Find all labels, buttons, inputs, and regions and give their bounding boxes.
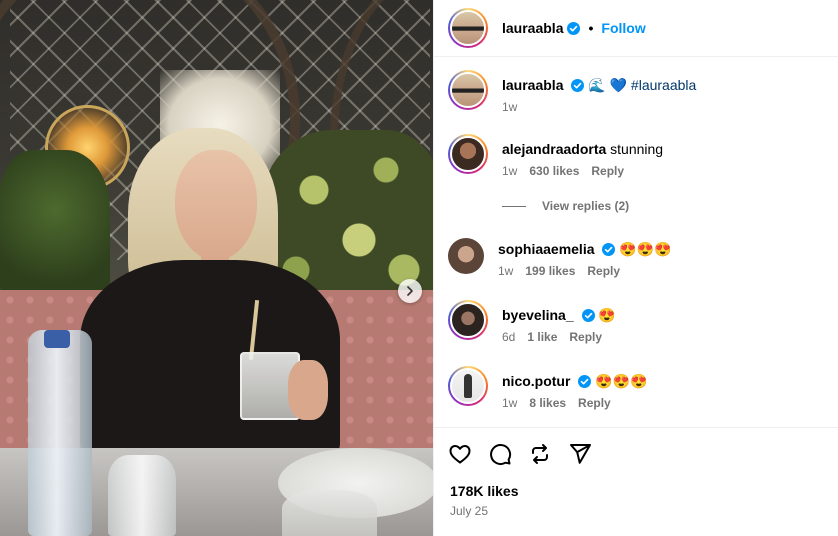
comment-likes[interactable]: 630 likes bbox=[529, 164, 579, 178]
comment-item: nico.potur 😍😍😍 1w 8 likes Reply bbox=[448, 366, 648, 410]
plants-left bbox=[0, 150, 110, 300]
commenter-avatar[interactable] bbox=[448, 238, 484, 274]
comment-likes[interactable]: 199 likes bbox=[525, 264, 575, 278]
heart-icon[interactable] bbox=[448, 442, 472, 466]
caption-avatar[interactable] bbox=[448, 70, 488, 110]
comment-text: 😍 bbox=[598, 307, 616, 323]
author-username[interactable]: lauraabla bbox=[502, 20, 563, 36]
commenter-avatar[interactable] bbox=[448, 134, 488, 174]
wine-glass bbox=[108, 455, 176, 536]
comment-item: byevelina_ 😍 6d 1 like Reply bbox=[448, 300, 616, 344]
comment-time[interactable]: 1w bbox=[502, 396, 517, 410]
hand bbox=[288, 360, 328, 420]
verified-badge-icon bbox=[578, 375, 592, 388]
comment-text: 😍😍😍 bbox=[595, 373, 648, 389]
follow-button[interactable]: Follow bbox=[601, 20, 645, 36]
comment-username[interactable]: byevelina_ bbox=[502, 307, 574, 323]
cup bbox=[282, 490, 377, 536]
header-separator: • bbox=[588, 20, 594, 36]
comment-text: stunning bbox=[610, 141, 664, 157]
verified-badge-icon bbox=[581, 309, 595, 322]
like-count[interactable]: 178K likes bbox=[450, 483, 519, 499]
comment-time[interactable]: 1w bbox=[502, 164, 517, 178]
post-date[interactable]: July 25 bbox=[450, 504, 488, 518]
post-photo[interactable] bbox=[0, 0, 433, 536]
repost-icon[interactable] bbox=[528, 442, 552, 466]
comment-text: 😍😍😍 bbox=[619, 241, 672, 257]
caption: lauraabla 🌊 💙 #lauraabla 1w bbox=[448, 70, 696, 114]
comment-time[interactable]: 1w bbox=[498, 264, 513, 278]
caption-meta: 1w bbox=[502, 100, 696, 114]
view-replies-label: View replies (2) bbox=[542, 199, 630, 213]
comment-time[interactable]: 6d bbox=[502, 330, 515, 344]
author-avatar[interactable] bbox=[448, 8, 488, 48]
reply-button[interactable]: Reply bbox=[578, 396, 611, 410]
caption-hashtag[interactable]: #lauraabla bbox=[631, 77, 696, 93]
comment-icon[interactable] bbox=[488, 442, 512, 466]
verified-badge-icon bbox=[602, 243, 616, 256]
verified-badge-icon bbox=[567, 21, 581, 35]
woman-face bbox=[175, 150, 257, 260]
chevron-right-icon bbox=[407, 286, 413, 296]
comment-username[interactable]: sophiaaemelia bbox=[498, 241, 595, 257]
post-header: lauraabla • Follow bbox=[434, 0, 838, 57]
post-side-panel: lauraabla • Follow lauraabla 🌊 💙 #lauraa… bbox=[433, 0, 838, 536]
caption-text: lauraabla 🌊 💙 #lauraabla bbox=[502, 76, 696, 94]
commenter-avatar[interactable] bbox=[448, 366, 488, 406]
comment-likes[interactable]: 8 likes bbox=[529, 396, 566, 410]
comment-username[interactable]: nico.potur bbox=[502, 373, 570, 389]
comment-item: alejandraadorta stunning 1w 630 likes Re… bbox=[448, 134, 663, 178]
caption-username[interactable]: lauraabla bbox=[502, 77, 563, 93]
next-image-button[interactable] bbox=[398, 279, 422, 303]
bottle-cap bbox=[44, 330, 70, 348]
reply-button[interactable]: Reply bbox=[587, 264, 620, 278]
caption-emoji: 🌊 💙 bbox=[588, 77, 628, 93]
commenter-avatar[interactable] bbox=[448, 300, 488, 340]
caption-time[interactable]: 1w bbox=[502, 100, 517, 114]
comment-item: sophiaaemelia 😍😍😍 1w 199 likes Reply bbox=[448, 238, 672, 278]
instagram-post: lauraabla • Follow lauraabla 🌊 💙 #lauraa… bbox=[0, 0, 838, 536]
verified-badge-icon bbox=[571, 79, 585, 92]
replies-line bbox=[502, 205, 526, 207]
view-replies-button[interactable]: View replies (2) bbox=[502, 199, 629, 213]
comment-likes[interactable]: 1 like bbox=[527, 330, 557, 344]
reply-button[interactable]: Reply bbox=[569, 330, 602, 344]
water-bottle bbox=[28, 330, 92, 536]
reply-button[interactable]: Reply bbox=[591, 164, 624, 178]
post-actions: 178K likes July 25 bbox=[434, 427, 838, 536]
share-icon[interactable] bbox=[568, 442, 592, 466]
comment-username[interactable]: alejandraadorta bbox=[502, 141, 606, 157]
action-buttons bbox=[448, 442, 592, 466]
